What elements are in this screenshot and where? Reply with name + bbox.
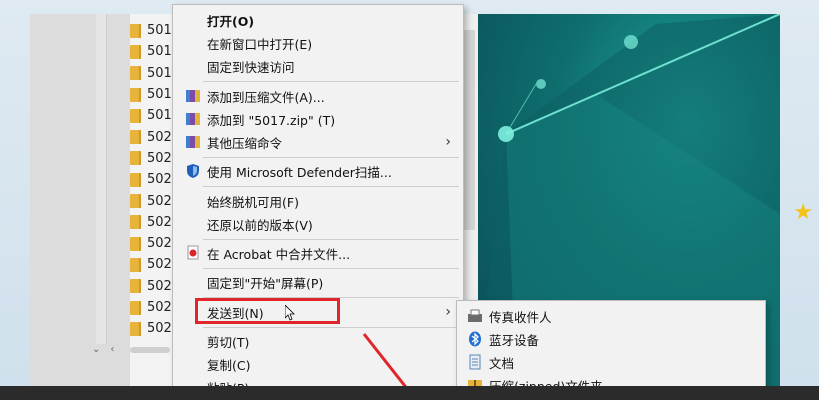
menu-separator bbox=[203, 81, 459, 82]
folder-icon bbox=[130, 215, 141, 230]
bluetooth-icon bbox=[467, 331, 483, 347]
folder-icon bbox=[130, 172, 141, 187]
menu-separator bbox=[203, 186, 459, 187]
menu-separator bbox=[203, 157, 459, 158]
folder-icon bbox=[130, 66, 141, 81]
folder-icon bbox=[130, 151, 141, 166]
menu-separator bbox=[203, 327, 459, 328]
folder-icon bbox=[130, 257, 141, 272]
menu-item-add-to-archive[interactable]: 添加到压缩文件(A)... bbox=[173, 85, 461, 107]
archive-icon bbox=[185, 88, 201, 104]
chevron-right-icon: › bbox=[445, 304, 451, 320]
submenu-item-bluetooth[interactable]: 蓝牙设备 bbox=[457, 328, 763, 350]
archive-icon bbox=[185, 134, 201, 150]
folder-icon bbox=[130, 130, 141, 145]
menu-item-pin-quick-access[interactable]: 固定到快速访问 bbox=[173, 55, 461, 77]
submenu-item-documents[interactable]: 文档 bbox=[457, 351, 763, 373]
menu-item-defender-scan[interactable]: 使用 Microsoft Defender扫描... bbox=[173, 160, 461, 182]
star-decoration-icon: ★ bbox=[793, 200, 813, 225]
explorer-scrollbar-thumb[interactable] bbox=[463, 30, 475, 230]
fax-icon bbox=[467, 308, 483, 324]
defender-shield-icon bbox=[185, 163, 201, 179]
send-to-submenu: 传真收件人 蓝牙设备 文档 压缩(zipped)文件夹 bbox=[456, 300, 766, 400]
menu-item-other-compress[interactable]: 其他压缩命令 › bbox=[173, 131, 461, 153]
chevron-right-icon: › bbox=[445, 134, 451, 150]
folder-icon bbox=[130, 279, 141, 294]
scroll-arrows[interactable]: ⌄‹ bbox=[92, 344, 124, 355]
horizontal-scrollbar[interactable] bbox=[130, 347, 170, 353]
folder-icon bbox=[130, 300, 141, 315]
submenu-item-fax[interactable]: 传真收件人 bbox=[457, 305, 763, 327]
menu-item-always-offline[interactable]: 始终脱机可用(F) bbox=[173, 190, 461, 212]
menu-separator bbox=[203, 239, 459, 240]
menu-item-open[interactable]: 打开(O) bbox=[173, 9, 461, 31]
highlight-annotation bbox=[195, 298, 340, 324]
folder-icon bbox=[130, 194, 141, 209]
menu-item-restore-versions[interactable]: 还原以前的版本(V) bbox=[173, 213, 461, 235]
context-menu: 打开(O) 在新窗口中打开(E) 固定到快速访问 添加到压缩文件(A)... 添… bbox=[172, 4, 464, 400]
navigation-pane bbox=[30, 14, 130, 386]
archive-icon bbox=[185, 111, 201, 127]
folder-icon bbox=[130, 44, 141, 59]
menu-item-add-to-zip[interactable]: 添加到 "5017.zip" (T) bbox=[173, 108, 461, 130]
mouse-cursor-icon bbox=[285, 305, 295, 321]
folder-icon bbox=[130, 87, 141, 102]
folder-icon bbox=[130, 108, 141, 123]
menu-separator bbox=[203, 268, 459, 269]
folder-icon bbox=[130, 321, 141, 336]
navigation-pane-scrollbar[interactable] bbox=[96, 14, 107, 344]
acrobat-icon bbox=[185, 245, 201, 261]
menu-item-pin-start[interactable]: 固定到"开始"屏幕(P) bbox=[173, 271, 461, 293]
menu-item-open-new-window[interactable]: 在新窗口中打开(E) bbox=[173, 32, 461, 54]
folder-icon bbox=[130, 23, 141, 38]
folder-icon bbox=[130, 236, 141, 251]
menu-item-acrobat-merge[interactable]: 在 Acrobat 中合并文件... bbox=[173, 242, 461, 264]
document-icon bbox=[467, 354, 483, 370]
monitor-bezel bbox=[0, 386, 819, 400]
